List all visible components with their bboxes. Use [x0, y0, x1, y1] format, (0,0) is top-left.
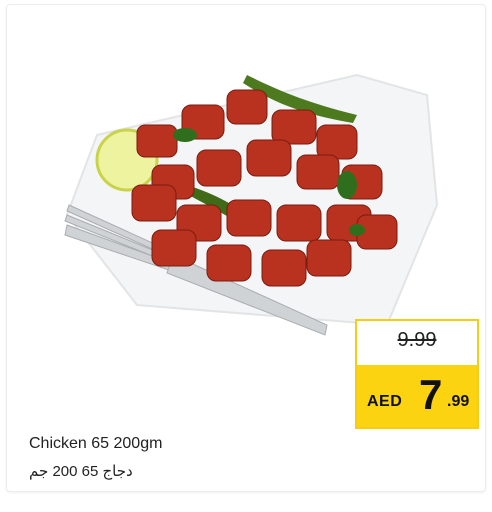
product-card[interactable]: 9.99 AED 7 .99 Chicken 65 200gm دجاج 65 … [6, 4, 486, 492]
price-integer: 7 [419, 371, 443, 418]
product-name-arabic[interactable]: دجاج 65 200 جم [29, 462, 133, 480]
currency-label: AED [367, 393, 403, 410]
price-decimal: .99 [447, 393, 470, 410]
product-image[interactable] [57, 55, 457, 355]
old-price: 9.99 [397, 329, 437, 351]
product-name-english[interactable]: Chicken 65 200gm [29, 435, 162, 453]
price-band: AED 7 .99 [357, 365, 477, 427]
price-tag: 9.99 AED 7 .99 [355, 319, 479, 429]
